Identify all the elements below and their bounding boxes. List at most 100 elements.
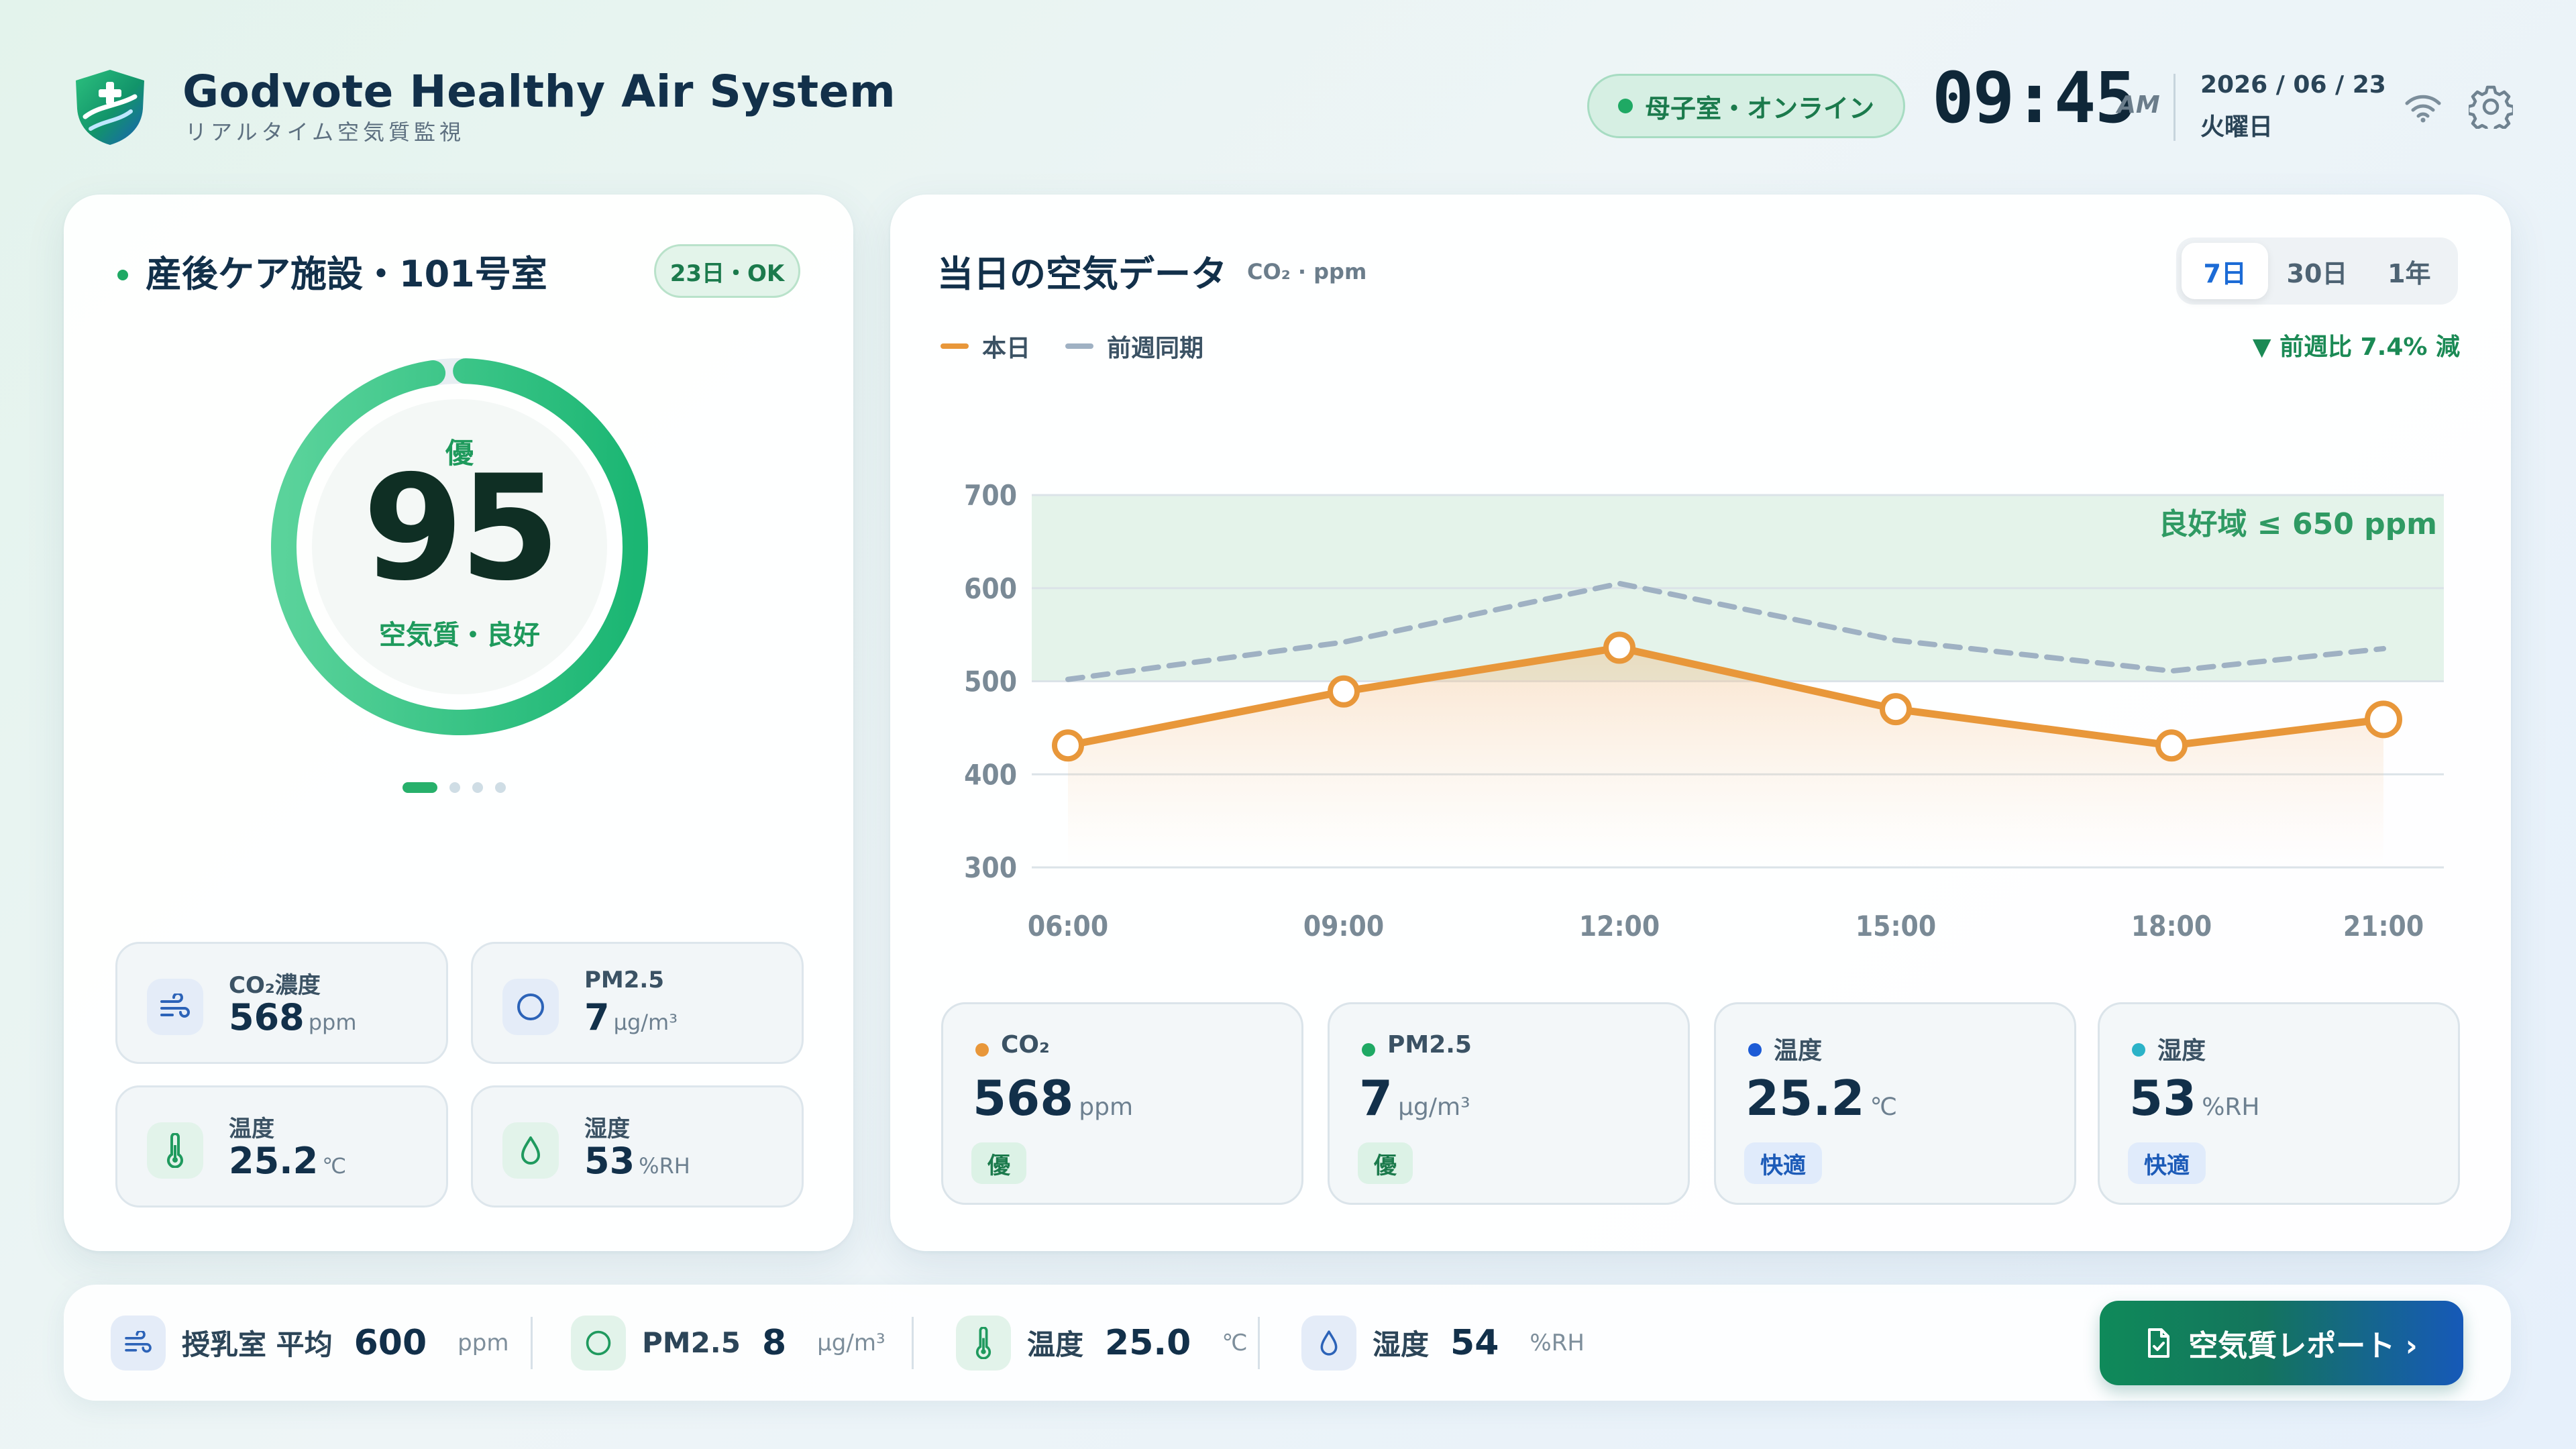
metric-card-label: CO₂ <box>1001 1031 1050 1059</box>
metric-dot <box>2132 1043 2145 1057</box>
weekday-text: 火曜日 <box>2200 113 2273 141</box>
stat-value: 600 <box>354 1322 427 1363</box>
metric-card-value: 7 μg/m³ <box>1359 1070 1470 1126</box>
metric-label: 湿度 <box>584 1116 630 1142</box>
metric-card-badge: 優 <box>971 1142 1026 1184</box>
today-point <box>2155 729 2188 762</box>
good-range-label: 良好域 ≤ 650 ppm <box>2158 507 2437 541</box>
x-tick-label: 12:00 <box>1579 910 1660 943</box>
y-tick-label: 300 <box>964 851 1017 884</box>
status-pill[interactable]: 母子室・オンライン <box>1587 74 1905 138</box>
bar-divider <box>1258 1317 1260 1369</box>
droplet-icon <box>1301 1315 1356 1371</box>
page-dot[interactable] <box>495 782 506 793</box>
today-point <box>1603 631 1635 664</box>
metric-co2: CO₂濃度 568 ppm <box>115 942 448 1064</box>
today-point <box>1328 675 1360 708</box>
stat-label: PM2.5 <box>642 1326 741 1359</box>
metric-unit: %RH <box>639 1153 690 1179</box>
metric-card-unit: %RH <box>2202 1093 2260 1121</box>
stat-label: 授乳室 平均 <box>182 1328 333 1361</box>
y-tick-label: 400 <box>964 758 1017 791</box>
metric-dot <box>1362 1043 1375 1057</box>
score-label: 空気質・良好 <box>379 620 540 651</box>
co2-line-chart: 良好域 ≤ 650 ppm 700 600 500 400 300 06:00 09:00 12… <box>964 479 2444 943</box>
circle-icon <box>502 979 559 1035</box>
thermometer-icon <box>956 1315 1011 1371</box>
x-tick-label: 09:00 <box>1303 910 1384 943</box>
metric-card-pm25[interactable]: PM2.5 7 μg/m³ 優 <box>1328 1002 1690 1205</box>
stat-unit: ppm <box>458 1329 509 1356</box>
wind-icon <box>147 979 203 1035</box>
page-indicator[interactable] <box>402 782 506 793</box>
metric-number: 7 <box>584 996 610 1038</box>
metric-number: 568 <box>229 996 305 1038</box>
today-point <box>1052 729 1084 762</box>
summary-bar: 授乳室 平均 600 ppm PM2.5 8 μg/m³ 温度 25.0 ℃ 湿… <box>64 1285 2511 1401</box>
page-dot[interactable] <box>402 782 437 793</box>
score-value: 95 <box>362 444 561 612</box>
metric-dot <box>975 1043 989 1057</box>
metric-card-badge: 優 <box>1358 1142 1413 1184</box>
app-title: Godvote Healthy Air System <box>182 66 896 117</box>
metric-value: 25.2 ℃ <box>229 1140 346 1182</box>
stat-temperature: 温度 25.0 ℃ <box>956 1285 1248 1401</box>
metric-card-value: 53 %RH <box>2129 1070 2260 1126</box>
app-subtitle: リアルタイム空気質監視 <box>185 119 466 145</box>
metric-pm25: PM2.5 7 μg/m³ <box>471 942 804 1064</box>
metric-number: 25.2 <box>229 1140 319 1182</box>
room-card: 産後ケア施設・101号室 23日・OK 優 95 空気質・良好 CO₂濃度 56… <box>64 195 853 1251</box>
stat-value: 54 <box>1450 1322 1499 1363</box>
metric-temperature: 温度 25.2 ℃ <box>115 1085 448 1208</box>
metric-card-unit: ℃ <box>1870 1093 1898 1121</box>
metric-label: 温度 <box>229 1116 274 1142</box>
droplet-icon <box>502 1122 559 1179</box>
status-text: 母子室・オンライン <box>1644 93 1874 123</box>
room-title: 産後ケア施設・101号室 <box>146 253 547 295</box>
status-dot <box>1617 99 1633 113</box>
metric-card-temperature[interactable]: 温度 25.2 ℃ 快適 <box>1714 1002 2076 1205</box>
metric-card-co2[interactable]: CO₂ 568 ppm 優 <box>941 1002 1303 1205</box>
x-tick-label: 06:00 <box>1028 910 1108 943</box>
metric-card-badge: 快適 <box>1744 1142 1822 1184</box>
metric-card-label: 温度 <box>1774 1037 1823 1065</box>
metric-card-number: 568 <box>973 1070 1074 1126</box>
stat-pm25: PM2.5 8 μg/m³ <box>571 1285 885 1401</box>
metric-card-unit: ppm <box>1079 1093 1134 1121</box>
stat-nursing-room-co2: 授乳室 平均 600 ppm <box>111 1285 508 1401</box>
metric-value: 568 ppm <box>229 996 357 1038</box>
stat-label: 湿度 <box>1373 1328 1430 1361</box>
date-text: 2026 / 06 / 23 <box>2200 71 2386 99</box>
metric-card-label: 湿度 <box>2157 1037 2206 1065</box>
room-status-dot <box>117 270 128 280</box>
stat-value: 25.0 <box>1105 1322 1191 1363</box>
metric-dot <box>1748 1043 1762 1057</box>
metric-value: 53 %RH <box>584 1140 690 1182</box>
metric-unit: ℃ <box>322 1153 347 1179</box>
document-icon <box>2148 1328 2170 1358</box>
page-dot[interactable] <box>449 782 460 793</box>
metric-unit: μg/m³ <box>613 1010 678 1035</box>
clock: 09:45 <box>1932 57 2137 139</box>
bar-divider <box>912 1317 914 1369</box>
metric-card-badge: 快適 <box>2128 1142 2206 1184</box>
report-button[interactable]: 空気質レポート › <box>2100 1301 2463 1385</box>
thermometer-icon <box>147 1122 203 1179</box>
header-divider <box>2174 74 2176 141</box>
wind-icon <box>111 1315 166 1371</box>
clock-ampm: AM <box>2117 91 2160 119</box>
stat-value: 8 <box>761 1322 787 1363</box>
metric-card-humidity[interactable]: 湿度 53 %RH 快適 <box>2098 1002 2460 1205</box>
today-point <box>1880 693 1912 726</box>
x-tick-label: 15:00 <box>1856 910 1936 943</box>
stat-unit: %RH <box>1529 1329 1585 1356</box>
bar-divider <box>531 1317 533 1369</box>
metric-label: CO₂濃度 <box>229 972 321 999</box>
circle-icon <box>571 1315 626 1371</box>
metric-card-number: 25.2 <box>1746 1070 1865 1126</box>
wifi-icon[interactable] <box>2404 93 2442 123</box>
metric-number: 53 <box>584 1140 635 1182</box>
stat-unit: ℃ <box>1222 1329 1248 1356</box>
page-dot[interactable] <box>472 782 483 793</box>
gear-icon[interactable] <box>2469 85 2513 129</box>
